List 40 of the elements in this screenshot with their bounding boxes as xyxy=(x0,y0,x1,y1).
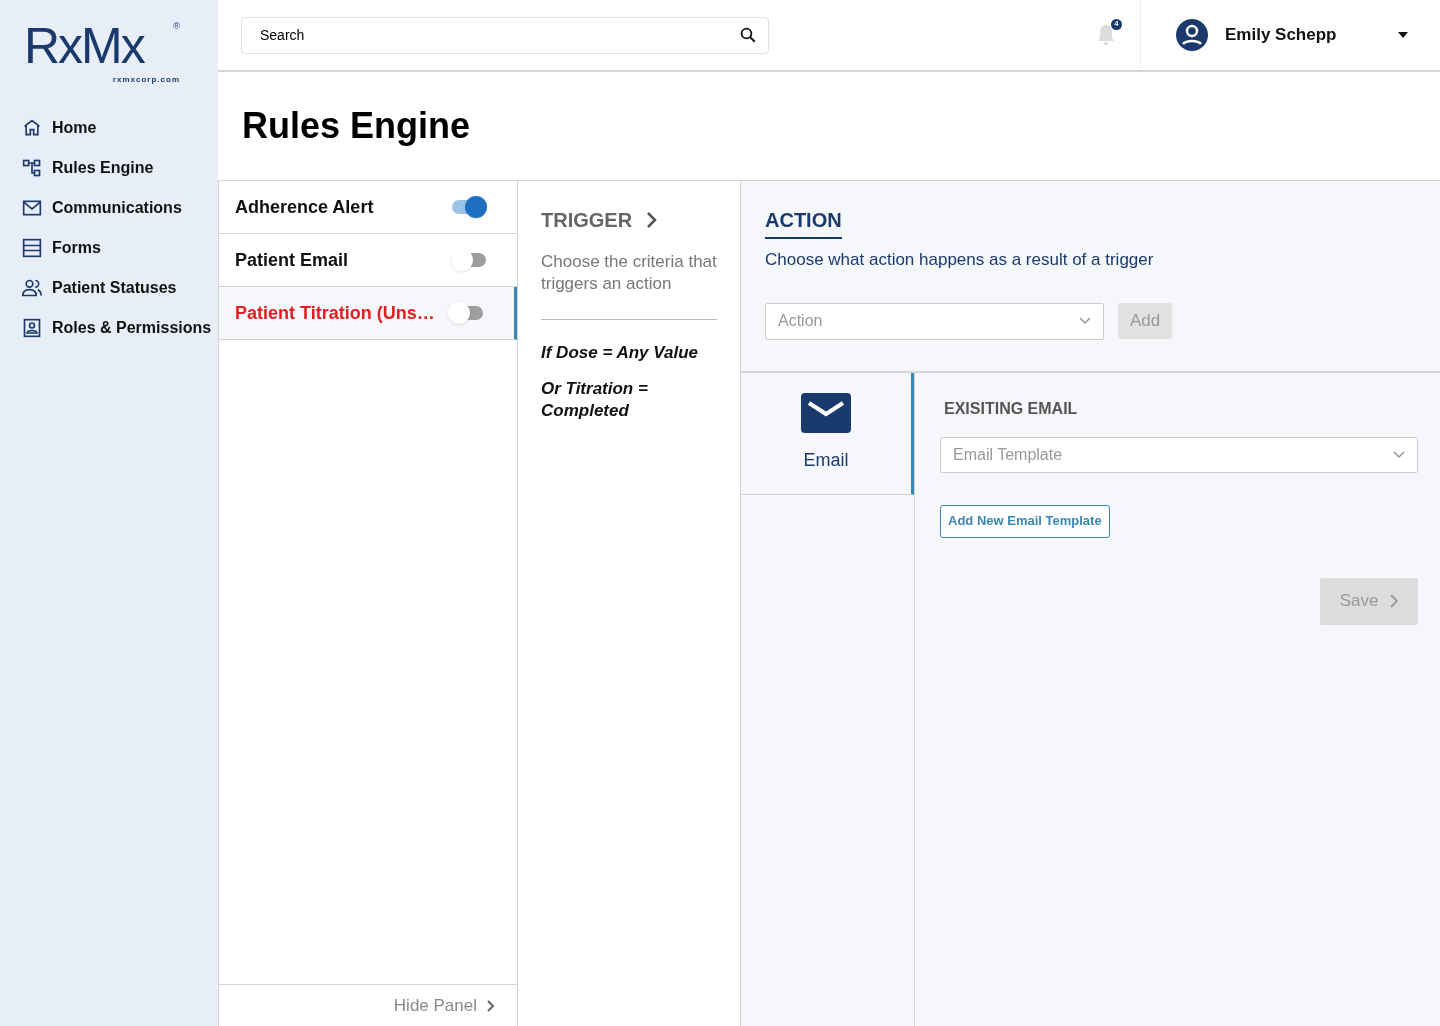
nav-link[interactable]: Forms xyxy=(0,228,218,268)
id-badge-icon xyxy=(22,318,42,338)
trigger-condition: If Dose = Any Value xyxy=(541,342,699,364)
caret-icon[interactable] xyxy=(1398,32,1408,38)
envelope-icon xyxy=(22,198,42,218)
action-heading: ACTION xyxy=(765,209,842,231)
search-field[interactable]: Search xyxy=(241,16,769,54)
trigger-description: Choose the criteria that triggers an action xyxy=(541,251,717,320)
home-icon xyxy=(22,118,42,138)
search-icon xyxy=(739,25,757,44)
trigger-heading: TRIGGER xyxy=(541,208,633,233)
chevron-right-icon xyxy=(487,999,495,1012)
section-label: EXISITING EMAIL xyxy=(943,398,1079,419)
chevron-right-icon xyxy=(1390,594,1399,608)
logo: RxMx ® rxmxcorp.com xyxy=(24,20,180,84)
nav-link[interactable]: Roles & Permissions xyxy=(0,308,218,348)
user-avatar-icon xyxy=(1175,18,1209,52)
toggle-switch[interactable] xyxy=(451,249,487,271)
trigger-condition: Or Titration = Completed xyxy=(541,378,649,422)
nav-link[interactable]: Communications xyxy=(0,188,218,228)
flowchart-icon xyxy=(22,158,42,178)
list-icon xyxy=(22,238,42,258)
user-name[interactable]: Emily Schepp xyxy=(1225,22,1398,48)
toggle-switch[interactable] xyxy=(451,196,487,218)
bell-icon[interactable] xyxy=(1096,23,1116,47)
chevron-right-icon xyxy=(646,211,658,229)
page-title: Rules Engine xyxy=(242,104,471,148)
add-new-email-template-button[interactable]: Add New Email Template xyxy=(940,504,1110,538)
nav-link[interactable]: Home xyxy=(0,108,218,148)
toggle-switch[interactable] xyxy=(448,302,484,324)
people-icon xyxy=(22,278,42,298)
nav-link[interactable]: Rules Engine xyxy=(0,148,218,188)
chevron-down-icon xyxy=(1079,317,1091,325)
envelope-icon xyxy=(801,392,851,433)
action-type-tab[interactable]: Email xyxy=(741,372,914,495)
action-description: Choose what action happens as a result of a trigger xyxy=(765,249,1155,271)
chevron-down-icon xyxy=(1393,450,1405,459)
hide-panel-button[interactable]: Hide Panel xyxy=(393,992,495,1019)
rule-item[interactable]: Patient Titration (Uns… xyxy=(219,287,517,340)
nav-link[interactable]: Patient Statuses xyxy=(0,268,218,308)
